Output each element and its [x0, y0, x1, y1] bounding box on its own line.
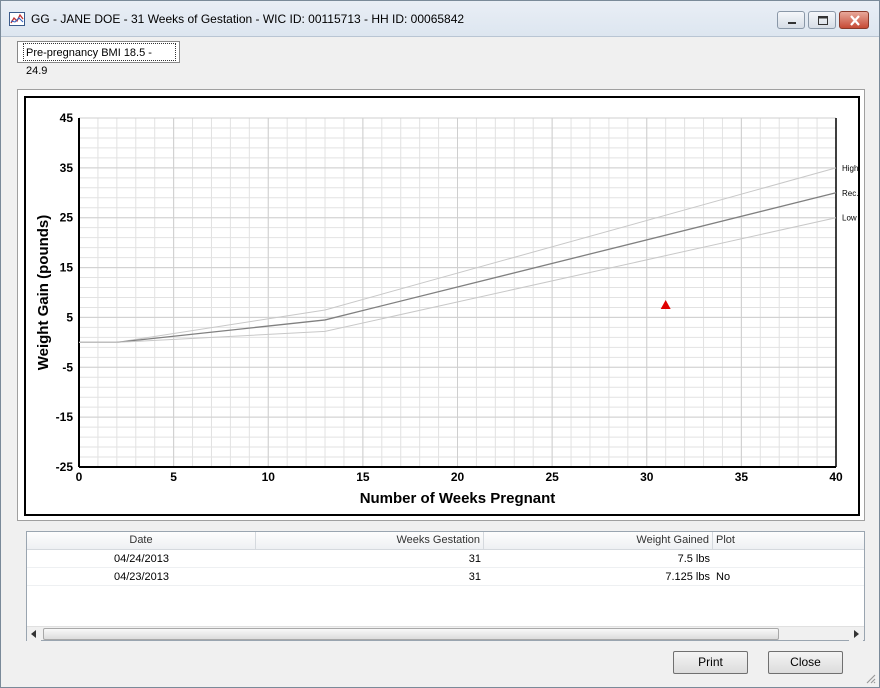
close-button-label: Close	[790, 655, 821, 669]
x-tick-label: 15	[356, 470, 370, 484]
weight-history-table: Date Weeks Gestation Weight Gained Plot …	[26, 531, 865, 641]
cell-plot	[713, 551, 864, 568]
y-tick-label: 5	[66, 310, 73, 324]
close-button[interactable]: Close	[768, 651, 843, 674]
data-point-marker	[660, 299, 671, 309]
column-header-plot[interactable]: Plot	[713, 532, 864, 550]
column-header-date[interactable]: Date	[27, 532, 256, 550]
cell-weight: 7.5 lbs	[677, 553, 710, 565]
maximize-icon	[818, 16, 828, 25]
x-tick-label: 0	[76, 470, 83, 484]
scroll-left-button[interactable]	[27, 627, 41, 641]
horizontal-scrollbar[interactable]	[27, 626, 864, 641]
window-title: GG - JANE DOE - 31 Weeks of Gestation - …	[31, 12, 465, 26]
weight-gain-chart: 0 5 10 15 20 25 30 35 40 45 35 25 15 5 -5 -15 -25 Number …	[35, 111, 858, 507]
resize-grip-icon[interactable]	[864, 672, 876, 684]
column-header-weight[interactable]: Weight Gained	[484, 532, 713, 550]
x-tick-label: 35	[735, 470, 749, 484]
x-axis-title: Number of Weeks Pregnant	[360, 490, 556, 507]
table-header: Date Weeks Gestation Weight Gained Plot	[27, 532, 864, 550]
arrow-left-icon	[31, 630, 36, 638]
y-tick-label: 15	[60, 261, 74, 275]
close-window-button[interactable]	[839, 11, 869, 29]
scrollbar-thumb[interactable]	[43, 628, 779, 640]
table-row[interactable]: 04/24/2013 31 7.5 lbs	[27, 551, 864, 568]
y-tick-label: 35	[60, 161, 74, 175]
tab-bmi[interactable]: Pre-pregnancy BMI 18.5 - 24.9	[17, 41, 180, 77]
print-button-label: Print	[698, 655, 723, 669]
close-icon	[850, 15, 860, 26]
cell-date: 04/24/2013	[113, 553, 170, 565]
chart-frame: 0 5 10 15 20 25 30 35 40 45 35 25 15 5 -5 -15 -25 Number …	[24, 96, 860, 516]
column-header-weeks[interactable]: Weeks Gestation	[256, 532, 484, 550]
print-button[interactable]: Print	[673, 651, 748, 674]
window: GG - JANE DOE - 31 Weeks of Gestation - …	[0, 0, 880, 688]
cell-date: 04/23/2013	[113, 571, 170, 583]
y-tick-label: 45	[60, 111, 74, 125]
tab-label: Pre-pregnancy BMI 18.5 - 24.9	[23, 43, 176, 77]
series-label: Low	[842, 214, 857, 223]
minimize-button[interactable]	[777, 11, 805, 29]
arrow-right-icon	[854, 630, 859, 638]
y-tick-label: -15	[56, 410, 74, 424]
series-label: Rec.	[842, 189, 858, 198]
minimize-icon	[788, 22, 796, 24]
cell-weeks: 31	[468, 553, 481, 565]
cell-weeks: 31	[468, 571, 481, 583]
x-tick-label: 40	[829, 470, 843, 484]
y-axis-title: Weight Gain (pounds)	[35, 215, 52, 371]
y-tick-label: 25	[60, 211, 74, 225]
y-tick-label: -5	[62, 360, 73, 374]
scroll-right-button[interactable]	[849, 627, 863, 641]
chart-panel: 0 5 10 15 20 25 30 35 40 45 35 25 15 5 -5 -15 -25 Number …	[17, 89, 865, 521]
chart-app-icon	[9, 12, 25, 26]
x-tick-label: 5	[170, 470, 177, 484]
cell-plot: No	[716, 571, 731, 583]
maximize-button[interactable]	[808, 11, 836, 29]
series-label: High	[842, 164, 858, 173]
x-tick-label: 30	[640, 470, 654, 484]
x-tick-label: 10	[262, 470, 276, 484]
table-row[interactable]: 04/23/2013 31 7.125 lbs No	[27, 569, 864, 586]
x-tick-label: 25	[545, 470, 559, 484]
title-bar[interactable]: GG - JANE DOE - 31 Weeks of Gestation - …	[1, 1, 879, 37]
y-tick-label: -25	[56, 460, 74, 474]
x-tick-label: 20	[451, 470, 465, 484]
cell-weight: 7.125 lbs	[665, 571, 710, 583]
